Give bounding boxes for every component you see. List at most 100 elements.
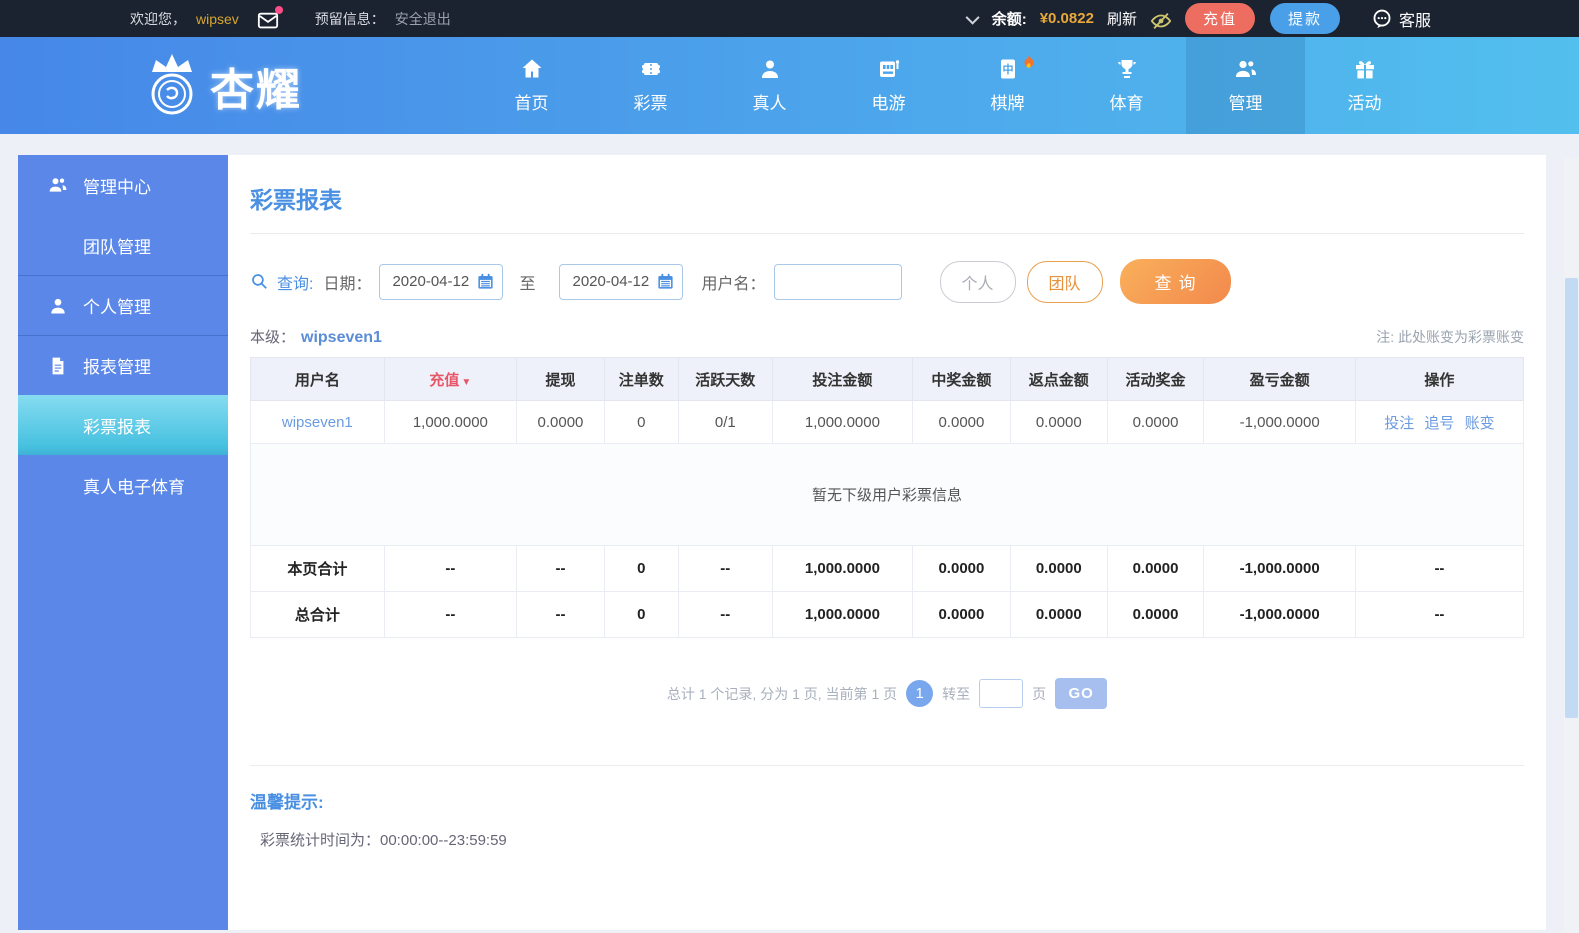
col-withdraw: 提现 [516, 357, 605, 401]
action-account-change-link[interactable]: 账变 [1465, 415, 1495, 432]
page-unit-label: 页 [1032, 685, 1047, 702]
cell-deposit: 1,000.0000 [383, 400, 518, 444]
sidebar-item-label: 真人电子体育 [83, 477, 185, 497]
cell: -- [383, 545, 518, 592]
col-username: 用户名 [250, 357, 385, 401]
personal-scope-button[interactable]: 个人 [939, 260, 1016, 303]
action-chase-link[interactable]: 追号 [1424, 415, 1454, 432]
to-label: 至 [519, 275, 536, 293]
scrollbar-track[interactable] [1564, 158, 1579, 933]
col-deposit-sortable[interactable]: 充值 ▼ [383, 357, 518, 401]
nav-item-sports[interactable]: 体育 [1067, 37, 1186, 134]
level-username-link[interactable]: wipseven1 [301, 329, 382, 347]
withdraw-button[interactable]: 提款 [1269, 3, 1340, 34]
cell: 0 [603, 591, 679, 638]
person-icon [758, 57, 782, 81]
ticket-icon [639, 57, 663, 81]
date-from-wrap [379, 263, 504, 300]
customer-service-button[interactable]: 客服 [1371, 7, 1431, 31]
sidebar-item-personal-manage[interactable]: 个人管理 [18, 275, 228, 335]
cell: -- [383, 591, 518, 638]
table-row-user: wipseven1 1,000.0000 0.0000 0 0/1 1,000.… [250, 400, 1525, 444]
cell: -- [516, 591, 605, 638]
sidebar: 管理中心 团队管理 个人管理 报表管理 彩票报表 真人电子体育 [18, 155, 228, 930]
eye-slash-icon[interactable] [1150, 10, 1172, 29]
cell-profit-loss: -1,000.0000 [1203, 400, 1356, 444]
sidebar-item-team-manage[interactable]: 团队管理 [18, 215, 228, 275]
go-button[interactable]: GO [1055, 678, 1108, 709]
tips-title: 温馨提示: [250, 793, 324, 812]
cell-bet-amount: 1,000.0000 [771, 400, 913, 444]
deposit-button[interactable]: 充值 [1184, 3, 1255, 34]
sidebar-item-live-esports[interactable]: 真人电子体育 [18, 455, 228, 515]
svg-text:中: 中 [1002, 62, 1013, 76]
slot-machine-icon [877, 57, 901, 81]
username-label: 用户名： [701, 275, 766, 293]
sidebar-item-label: 报表管理 [83, 358, 151, 377]
main-navbar: 杏耀 首页 彩票 真人 电游 中 棋牌 体育 管理 活动 [0, 37, 1579, 134]
topbar-left: 欢迎您， wipsev 预留信息： 安全退出 [130, 5, 451, 29]
cell-rebate-amount: 0.0000 [1009, 400, 1108, 444]
date-label: 日期： [323, 275, 372, 293]
query-label: 查询: [277, 275, 314, 293]
mail-icon[interactable] [257, 5, 283, 28]
site-logo[interactable]: 杏耀 [140, 37, 302, 134]
cell: 1,000.0000 [771, 545, 913, 592]
nav-item-egames[interactable]: 电游 [829, 37, 948, 134]
sidebar-item-report-manage[interactable]: 报表管理 [18, 335, 228, 395]
service-label: 客服 [1398, 12, 1431, 30]
logout-link[interactable]: 安全退出 [395, 9, 451, 29]
nav-item-home[interactable]: 首页 [472, 37, 591, 134]
cell-active-days: 0/1 [677, 400, 773, 444]
nav-label: 棋牌 [990, 94, 1025, 113]
main-card: 彩票报表 查询: 日期： 至 用户名： 个人 团队 [228, 155, 1546, 930]
action-bet-link[interactable]: 投注 [1384, 415, 1414, 432]
page-1-button[interactable]: 1 [906, 680, 934, 707]
report-table: 用户名 充值 ▼ 提现 注单数 活跃天数 投注金额 中奖金额 返点金额 活动奖金 … [250, 357, 1525, 638]
page-title: 彩票报表 [250, 187, 342, 213]
cell-profit-loss: -1,000.0000 [1203, 591, 1356, 638]
empty-state-text: 暂无下级用户彩票信息 [250, 443, 1524, 546]
username-input[interactable] [773, 263, 902, 300]
nav-item-manage[interactable]: 管理 [1186, 37, 1305, 134]
query-submit-button[interactable]: 查询 [1119, 259, 1231, 304]
nav-item-boardgames[interactable]: 中 棋牌 [948, 37, 1067, 134]
scrollbar-thumb[interactable] [1565, 278, 1578, 718]
cell: 0.0000 [911, 591, 1011, 638]
table-empty-row: 暂无下级用户彩票信息 [250, 443, 1524, 546]
nav-item-activity[interactable]: 活动 [1305, 37, 1424, 134]
refresh-link[interactable]: 刷新 [1107, 8, 1137, 29]
calendar-icon[interactable] [656, 272, 675, 291]
topbar: 欢迎您， wipsev 预留信息： 安全退出 余额: ¥0.0822 刷新 充值… [0, 0, 1579, 37]
cell: 0.0000 [1009, 591, 1108, 638]
sidebar-item-label: 管理中心 [83, 177, 151, 197]
cell: 0.0000 [1106, 591, 1205, 638]
cell: -- [1354, 591, 1525, 638]
cell-bet-count: 0 [603, 400, 679, 444]
sidebar-item-label: 团队管理 [83, 237, 151, 257]
col-actions: 操作 [1354, 357, 1525, 401]
team-scope-button[interactable]: 团队 [1026, 260, 1103, 303]
nav-item-live[interactable]: 真人 [710, 37, 829, 134]
sidebar-item-lottery-report[interactable]: 彩票报表 [18, 395, 228, 455]
row-username-link[interactable]: wipseven1 [282, 414, 353, 431]
cell-activity-bonus: 0.0000 [1106, 400, 1205, 444]
users-icon [1234, 57, 1258, 81]
pagination: 总计 1 个记录, 分为 1 页, 当前第 1 页 1 转至 页 GO [250, 678, 1524, 709]
goto-page-input[interactable] [979, 679, 1024, 708]
chevron-down-icon[interactable] [965, 10, 980, 25]
nav-label: 管理 [1228, 94, 1263, 113]
table-header-row: 用户名 充值 ▼ 提现 注单数 活跃天数 投注金额 中奖金额 返点金额 活动奖金 … [250, 357, 1525, 401]
welcome-text: 欢迎您， [130, 10, 186, 27]
cell: 1,000.0000 [771, 591, 913, 638]
cell: -- [516, 545, 605, 592]
account-change-note: 注: 此处账变为彩票账变 [1376, 329, 1524, 345]
sidebar-item-manage-center[interactable]: 管理中心 [18, 155, 228, 215]
calendar-icon[interactable] [476, 272, 495, 291]
search-icon [250, 272, 269, 291]
cell-withdraw: 0.0000 [516, 400, 605, 444]
cell: -- [1354, 545, 1525, 592]
nav-label: 电游 [871, 94, 906, 113]
page: 欢迎您， wipsev 预留信息： 安全退出 余额: ¥0.0822 刷新 充值… [0, 0, 1579, 933]
nav-item-lottery[interactable]: 彩票 [591, 37, 710, 134]
